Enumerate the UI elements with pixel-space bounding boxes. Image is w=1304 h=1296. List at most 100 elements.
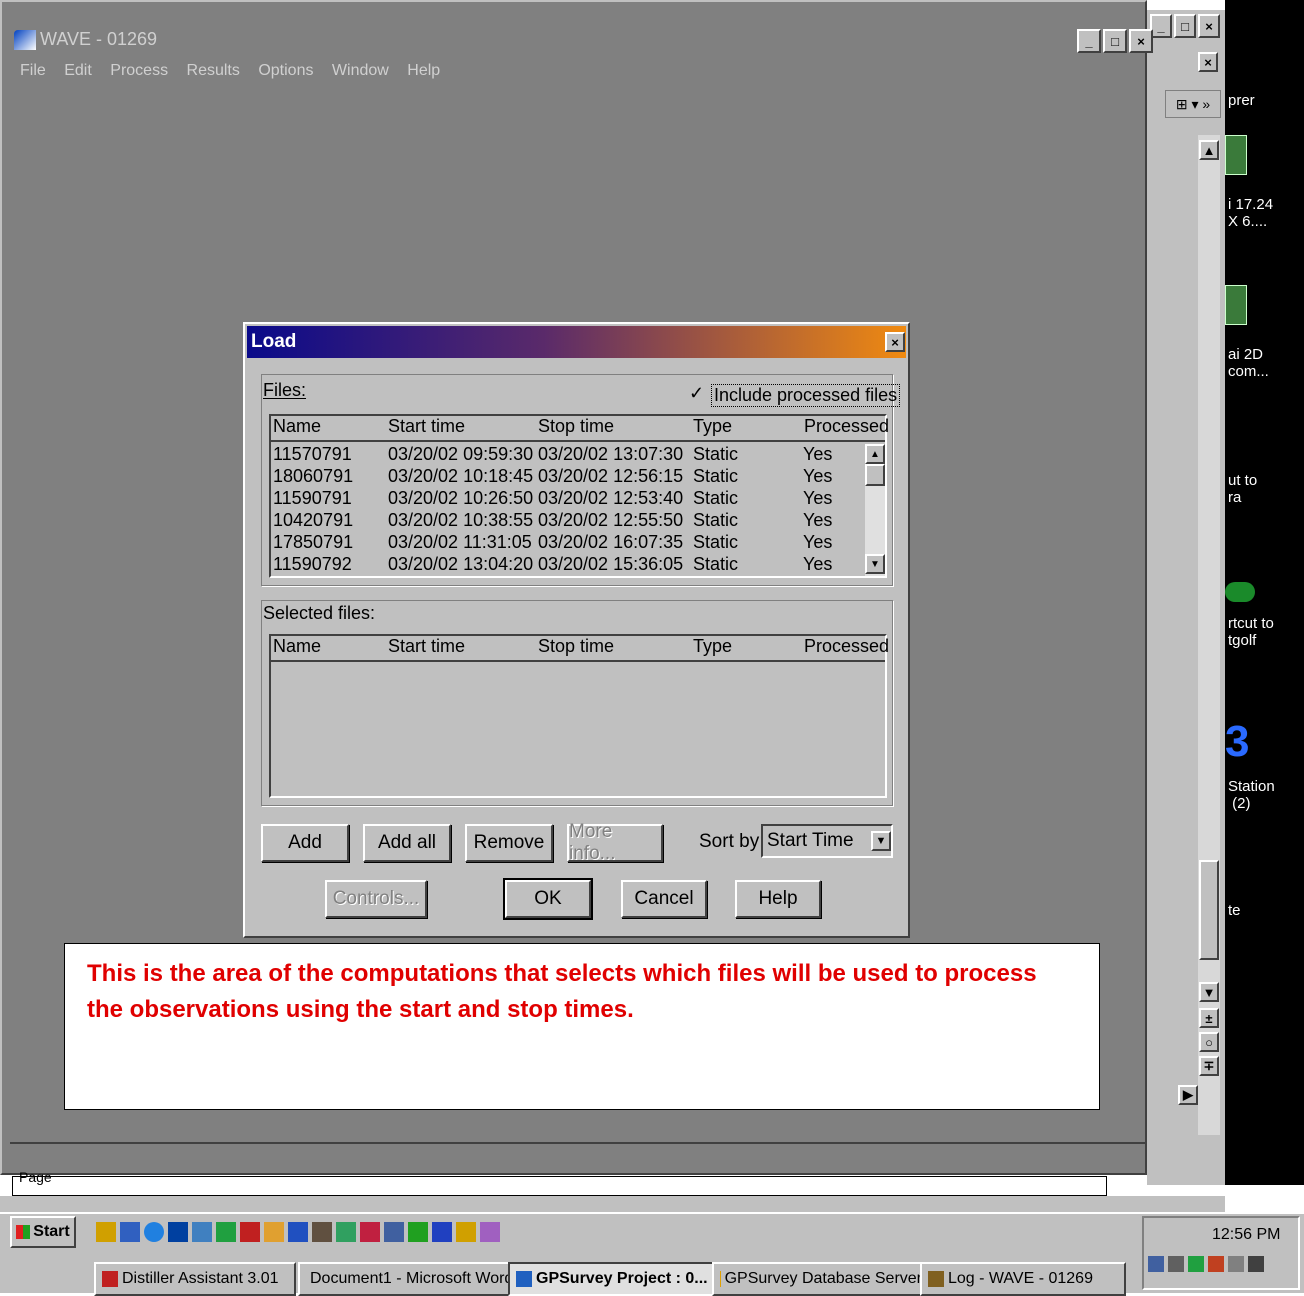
desktop-icon-5[interactable]: 3 xyxy=(1225,718,1249,766)
gpsurvey-icon xyxy=(516,1271,532,1287)
files-col-start[interactable]: Start time xyxy=(388,416,465,437)
task-gpsurvey-db[interactable]: GPSurvey Database Server xyxy=(712,1262,924,1296)
include-processed-label[interactable]: Include processed files xyxy=(711,384,901,407)
desktop-icon-1[interactable] xyxy=(1225,135,1247,175)
speaker-icon[interactable] xyxy=(1168,1256,1184,1272)
task-word[interactable]: Document1 - Microsoft Word xyxy=(298,1262,514,1296)
quick-launch-app-icon[interactable] xyxy=(360,1222,380,1242)
task-gpsurvey-project[interactable]: GPSurvey Project : 0... xyxy=(508,1262,718,1296)
desktop-icon-2[interactable] xyxy=(1225,285,1247,325)
selected-col-type[interactable]: Type xyxy=(693,636,732,657)
next-page-icon[interactable]: ∓ xyxy=(1199,1056,1219,1076)
quick-launch-app-icon[interactable] xyxy=(288,1222,308,1242)
menu-file[interactable]: File xyxy=(20,62,46,79)
browse-object-icon[interactable]: ○ xyxy=(1199,1032,1219,1052)
menu-results[interactable]: Results xyxy=(187,62,240,79)
add-button[interactable]: Add xyxy=(261,824,349,862)
files-col-processed[interactable]: Processed xyxy=(804,416,889,437)
file-row[interactable]: 11590792 03/20/02 13:04:20 03/20/02 15:36:… xyxy=(271,554,863,576)
quick-launch-app-icon[interactable] xyxy=(192,1222,212,1242)
quick-launch-app-icon[interactable] xyxy=(216,1222,236,1242)
sort-by-select[interactable]: Start Time ▼ xyxy=(761,824,893,858)
maximize-icon[interactable]: □ xyxy=(1174,14,1196,38)
child-close-icon[interactable]: × xyxy=(1198,52,1218,72)
more-info-button[interactable]: More info... xyxy=(567,821,663,864)
files-scroll-up-icon[interactable]: ▲ xyxy=(865,444,885,464)
prev-page-icon[interactable]: ± xyxy=(1199,1008,1219,1028)
load-dialog-close-icon[interactable]: × xyxy=(885,332,905,352)
quick-launch-app-icon[interactable] xyxy=(312,1222,332,1242)
scroll-up-icon[interactable]: ▲ xyxy=(1199,140,1219,160)
clock[interactable]: 12:56 PM xyxy=(1212,1226,1280,1244)
cancel-button[interactable]: Cancel xyxy=(621,880,707,918)
files-scroll-thumb[interactable] xyxy=(865,464,885,486)
tray-app-icon[interactable] xyxy=(1208,1256,1224,1272)
add-all-button[interactable]: Add all xyxy=(363,824,451,862)
wave-title-bar[interactable]: WAVE - 01269 _ □ × xyxy=(10,26,1153,54)
selected-col-start[interactable]: Start time xyxy=(388,636,465,657)
wave-maximize-icon[interactable]: □ xyxy=(1103,29,1127,53)
ie-icon[interactable] xyxy=(144,1222,164,1242)
quick-launch-app-icon[interactable] xyxy=(384,1222,404,1242)
distiller-icon xyxy=(102,1271,118,1287)
quick-launch-app-icon[interactable] xyxy=(480,1222,500,1242)
files-rows: 11570791 03/20/02 09:59:30 03/20/02 13:07:… xyxy=(271,444,863,576)
controls-button[interactable]: Controls... xyxy=(325,880,427,918)
menu-help[interactable]: Help xyxy=(407,62,440,79)
ok-button[interactable]: OK xyxy=(503,878,593,920)
minimize-icon[interactable]: _ xyxy=(1150,14,1172,38)
files-col-type[interactable]: Type xyxy=(693,416,732,437)
files-scroll-down-icon[interactable]: ▼ xyxy=(865,554,885,574)
quick-launch-app-icon[interactable] xyxy=(408,1222,428,1242)
file-row[interactable]: 11570791 03/20/02 09:59:30 03/20/02 13:07:… xyxy=(271,444,863,466)
menu-options[interactable]: Options xyxy=(258,62,313,79)
annotation-text: This is the area of the computations tha… xyxy=(87,960,1037,1023)
quick-launch-app-icon[interactable] xyxy=(456,1222,476,1242)
task-log-wave[interactable]: Log - WAVE - 01269 xyxy=(920,1262,1126,1296)
quick-launch-app-icon[interactable] xyxy=(168,1222,188,1242)
file-row[interactable]: 10420791 03/20/02 10:38:55 03/20/02 12:55:… xyxy=(271,510,863,532)
include-processed-checkbox[interactable]: ✓ xyxy=(689,384,707,402)
files-col-stop[interactable]: Stop time xyxy=(538,416,614,437)
desktop-icon-4[interactable] xyxy=(1225,582,1255,602)
menu-window[interactable]: Window xyxy=(332,62,389,79)
quick-launch-app-icon[interactable] xyxy=(240,1222,260,1242)
quick-launch-app-icon[interactable] xyxy=(96,1222,116,1242)
files-header: Name Start time Stop time Type Processed xyxy=(271,416,889,442)
scroll-down-icon[interactable]: ▼ xyxy=(1199,982,1219,1002)
wave-menu-bar: File Edit Process Results Options Window… xyxy=(20,62,454,84)
hscroll-right-icon[interactable]: ▶ xyxy=(1178,1085,1198,1105)
selected-col-processed[interactable]: Processed xyxy=(804,636,889,657)
start-button[interactable]: Start xyxy=(10,1216,76,1248)
file-row[interactable]: 11590791 03/20/02 10:26:50 03/20/02 12:53:… xyxy=(271,488,863,510)
view-toolbar[interactable]: ⊞ ▾ » xyxy=(1165,90,1221,118)
sort-dropdown-arrow-icon[interactable]: ▼ xyxy=(871,831,891,851)
menu-edit[interactable]: Edit xyxy=(64,62,92,79)
selected-col-stop[interactable]: Stop time xyxy=(538,636,614,657)
task-distiller[interactable]: Distiller Assistant 3.01 xyxy=(94,1262,296,1296)
wave-minimize-icon[interactable]: _ xyxy=(1077,29,1101,53)
printer-icon[interactable] xyxy=(1248,1256,1264,1272)
tray-app-icon[interactable] xyxy=(1188,1256,1204,1272)
quick-launch-app-icon[interactable] xyxy=(432,1222,452,1242)
load-dialog-title-bar[interactable]: Load × xyxy=(247,326,906,358)
help-button[interactable]: Help xyxy=(735,880,821,918)
files-col-name[interactable]: Name xyxy=(273,416,321,437)
wave-close-icon[interactable]: × xyxy=(1129,29,1153,53)
tray-app-icon[interactable] xyxy=(1148,1256,1164,1272)
wave-divider xyxy=(10,1142,1145,1144)
files-scrollbar[interactable]: ▲ ▼ xyxy=(865,444,885,576)
quick-launch-app-icon[interactable] xyxy=(336,1222,356,1242)
close-icon[interactable]: × xyxy=(1198,14,1220,38)
selected-col-name[interactable]: Name xyxy=(273,636,321,657)
quick-launch-app-icon[interactable] xyxy=(120,1222,140,1242)
menu-process[interactable]: Process xyxy=(110,62,168,79)
log-icon xyxy=(928,1271,944,1287)
selected-files-list[interactable]: Name Start time Stop time Type Processed xyxy=(269,634,889,798)
file-row[interactable]: 17850791 03/20/02 11:31:05 03/20/02 16:07:… xyxy=(271,532,863,554)
quick-launch-app-icon[interactable] xyxy=(264,1222,284,1242)
remove-button[interactable]: Remove xyxy=(465,824,553,862)
file-row[interactable]: 18060791 03/20/02 10:18:45 03/20/02 12:56:… xyxy=(271,466,863,488)
scroll-thumb[interactable] xyxy=(1199,860,1219,960)
tray-app-icon[interactable] xyxy=(1228,1256,1244,1272)
